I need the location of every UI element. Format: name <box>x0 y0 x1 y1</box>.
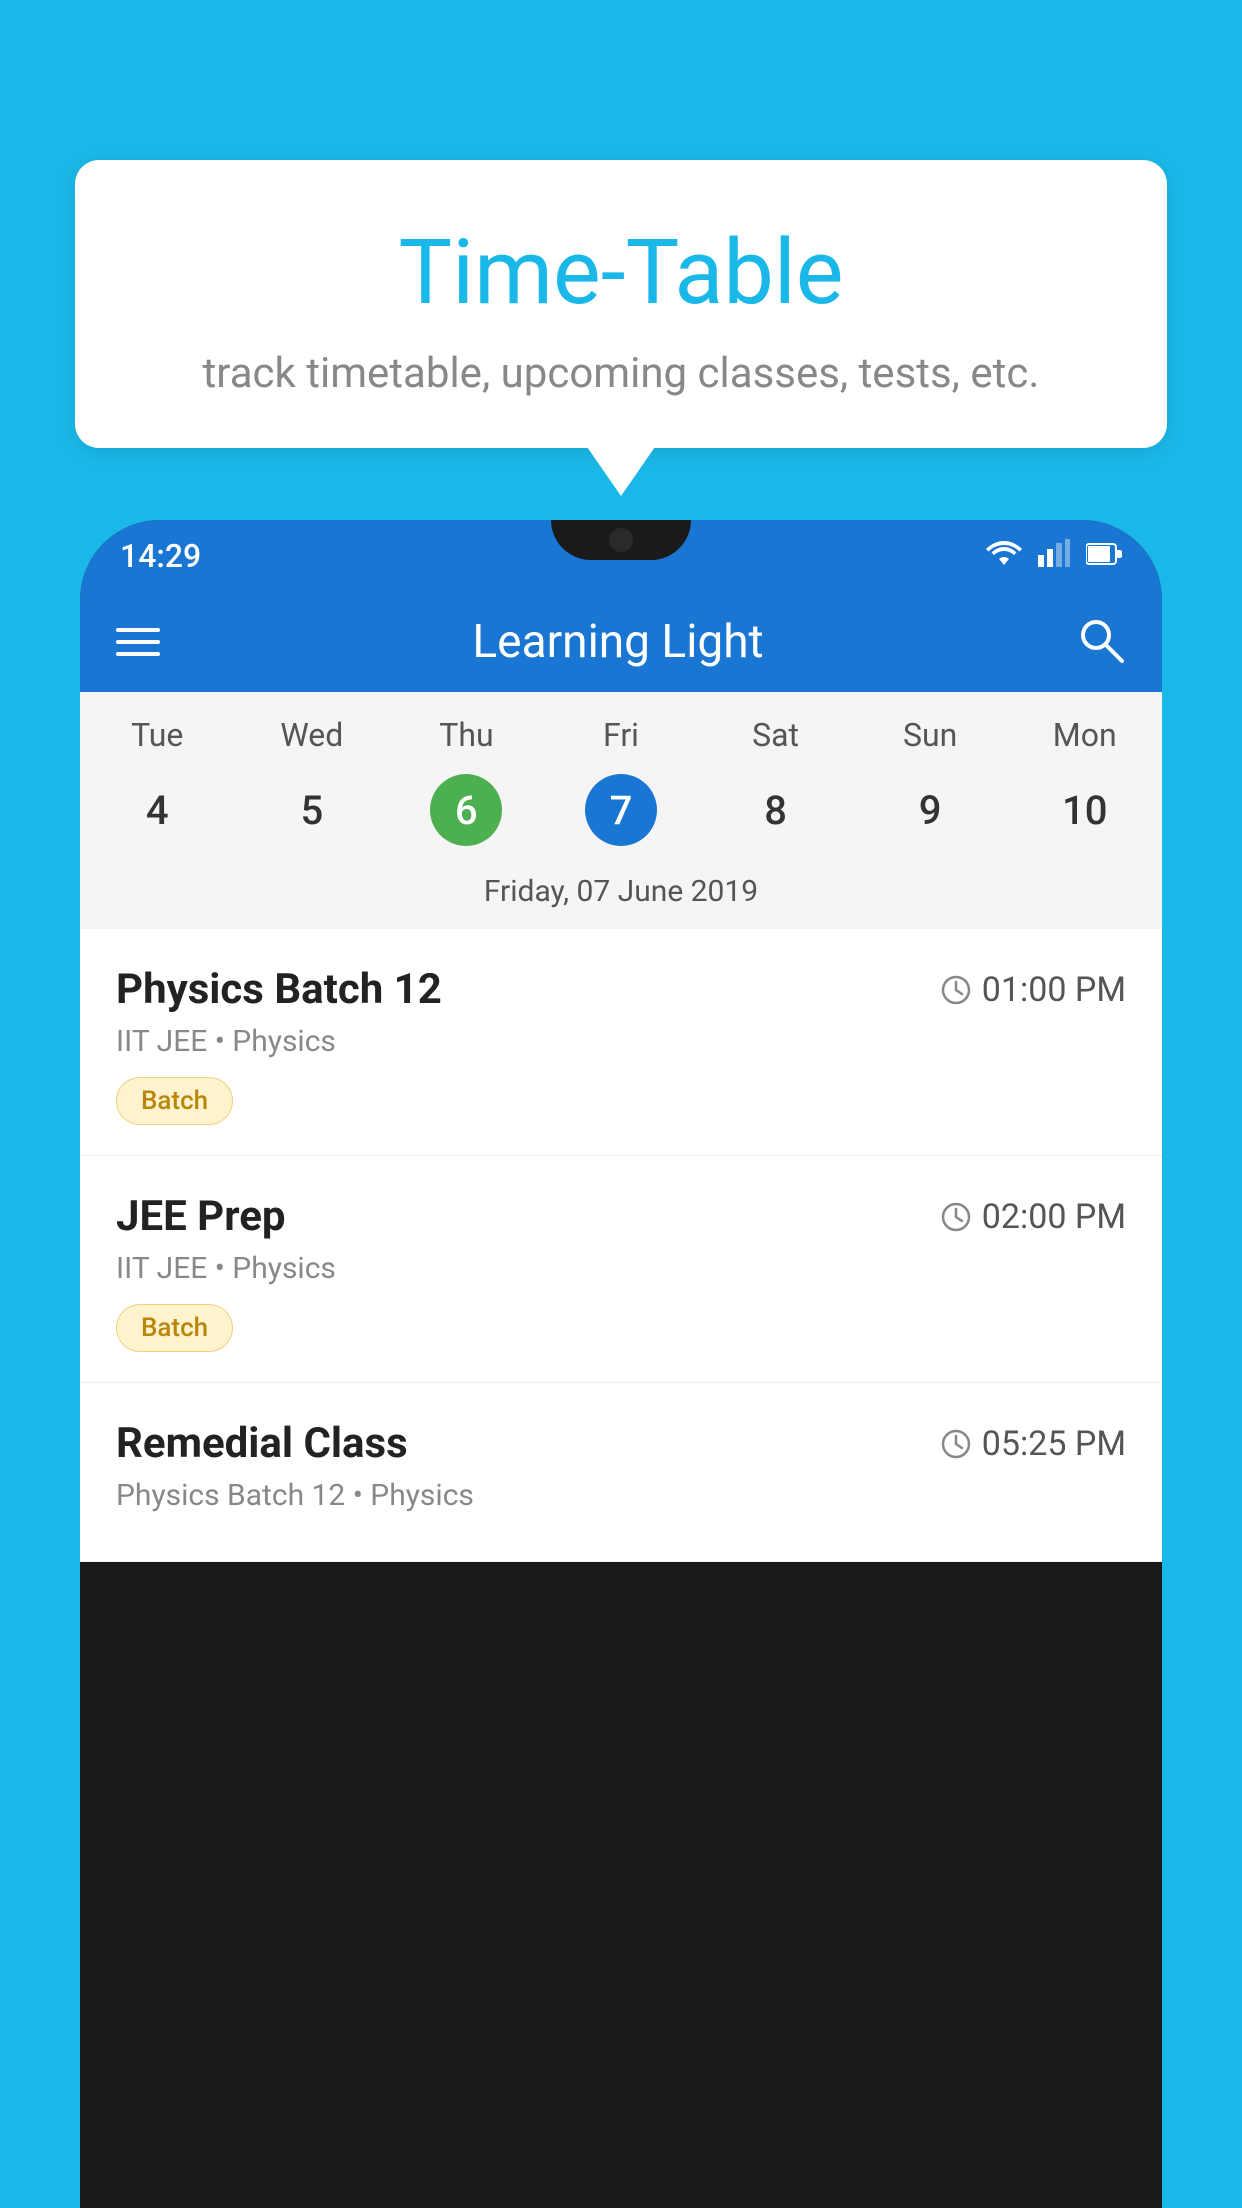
hamburger-line-2 <box>116 640 160 644</box>
schedule-item-title: Remedial Class <box>116 1419 408 1468</box>
app-bar: Learning Light <box>80 592 1162 692</box>
date-number-9: 9 <box>894 774 966 846</box>
clock-icon <box>940 1428 972 1460</box>
date-number-4: 4 <box>121 774 193 846</box>
bubble-title: Time-Table <box>155 220 1087 325</box>
day-label-wed: Wed <box>235 716 390 754</box>
phone-frame: 14:29 <box>80 520 1162 2208</box>
hamburger-line-3 <box>116 652 160 656</box>
date-cell-5[interactable]: 5 <box>235 770 390 850</box>
bubble-subtitle: track timetable, upcoming classes, tests… <box>155 349 1087 398</box>
day-label-sun: Sun <box>853 716 1008 754</box>
day-label-thu: Thu <box>389 716 544 754</box>
schedule-item-header: JEE Prep 02:00 PM <box>116 1192 1126 1241</box>
hamburger-menu-button[interactable] <box>116 628 160 656</box>
calendar-days-header: TueWedThuFriSatSunMon <box>80 692 1162 762</box>
date-cell-4[interactable]: 4 <box>80 770 235 850</box>
date-number-5: 5 <box>276 774 348 846</box>
schedule-item-title: Physics Batch 12 <box>116 965 442 1014</box>
schedule-item-title: JEE Prep <box>116 1192 286 1241</box>
battery-icon <box>1086 540 1122 573</box>
camera-dot <box>609 528 633 552</box>
schedule-item-subtitle: IIT JEE • Physics <box>116 1024 1126 1059</box>
speech-bubble-section: Time-Table track timetable, upcoming cla… <box>75 160 1167 448</box>
app-bar-title: Learning Light <box>472 615 763 669</box>
date-number-8: 8 <box>740 774 812 846</box>
day-label-sat: Sat <box>698 716 853 754</box>
day-label-mon: Mon <box>1007 716 1162 754</box>
date-number-7: 7 <box>585 774 657 846</box>
calendar-section: TueWedThuFriSatSunMon 4 5 6 7 8 9 10 Friday, 0… <box>80 692 1162 929</box>
date-cell-6[interactable]: 6 <box>389 770 544 850</box>
day-label-fri: Fri <box>544 716 699 754</box>
clock-icon <box>940 974 972 1006</box>
schedule-item-subtitle: IIT JEE • Physics <box>116 1251 1126 1286</box>
schedule-list: Physics Batch 12 01:00 PM IIT JEE • Phys… <box>80 929 1162 1562</box>
schedule-item-time: 02:00 PM <box>940 1197 1126 1237</box>
schedule-item-header: Remedial Class 05:25 PM <box>116 1419 1126 1468</box>
date-cell-9[interactable]: 9 <box>853 770 1008 850</box>
hamburger-line-1 <box>116 628 160 632</box>
signal-icon <box>1038 539 1070 574</box>
date-cell-8[interactable]: 8 <box>698 770 853 850</box>
wifi-icon <box>986 539 1022 574</box>
calendar-dates: 4 5 6 7 8 9 10 <box>80 762 1162 866</box>
schedule-item-time: 01:00 PM <box>940 970 1126 1010</box>
date-cell-7[interactable]: 7 <box>544 770 699 850</box>
schedule-item[interactable]: JEE Prep 02:00 PM IIT JEE • Physics Batc… <box>80 1156 1162 1383</box>
schedule-item-time: 05:25 PM <box>940 1424 1126 1464</box>
schedule-item[interactable]: Remedial Class 05:25 PM Physics Batch 12… <box>80 1383 1162 1562</box>
batch-badge: Batch <box>116 1304 233 1352</box>
date-number-6: 6 <box>430 774 502 846</box>
schedule-item[interactable]: Physics Batch 12 01:00 PM IIT JEE • Phys… <box>80 929 1162 1156</box>
status-time: 14:29 <box>120 537 201 575</box>
speech-bubble: Time-Table track timetable, upcoming cla… <box>75 160 1167 448</box>
date-number-10: 10 <box>1049 774 1121 846</box>
clock-icon <box>940 1201 972 1233</box>
notch <box>551 520 691 560</box>
status-icons <box>986 539 1122 574</box>
selected-date-label: Friday, 07 June 2019 <box>80 866 1162 929</box>
date-cell-10[interactable]: 10 <box>1007 770 1162 850</box>
schedule-item-subtitle: Physics Batch 12 • Physics <box>116 1478 1126 1513</box>
schedule-item-header: Physics Batch 12 01:00 PM <box>116 965 1126 1014</box>
status-bar: 14:29 <box>80 520 1162 592</box>
batch-badge: Batch <box>116 1077 233 1125</box>
day-label-tue: Tue <box>80 716 235 754</box>
search-icon[interactable] <box>1076 615 1126 669</box>
